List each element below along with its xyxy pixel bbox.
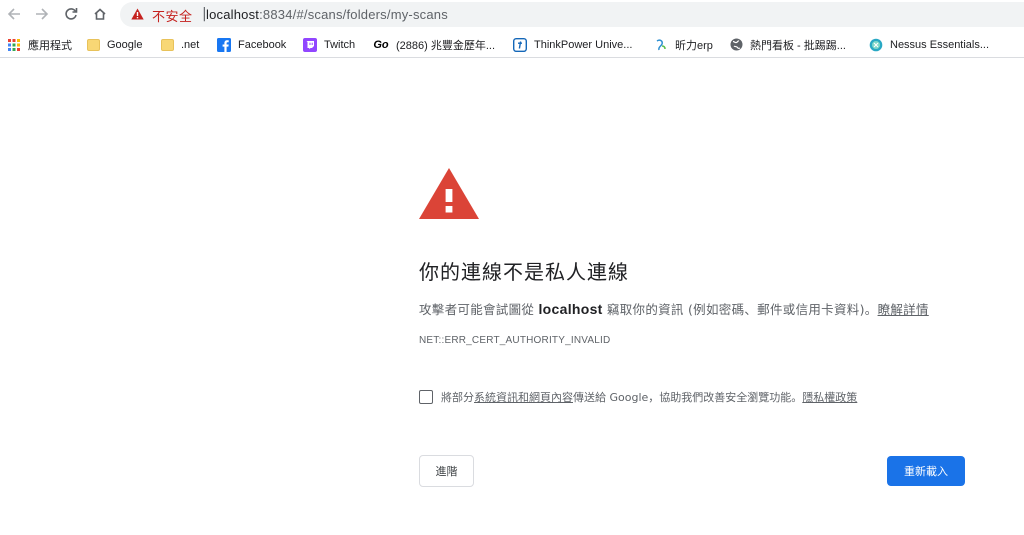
reload-button-label: 重新載入 xyxy=(904,465,948,478)
url-path: :8834/#/scans/folders/my-scans xyxy=(259,7,448,22)
folder-icon xyxy=(86,38,100,52)
optin-text: 將部分 xyxy=(441,391,474,404)
advanced-button-label: 進階 xyxy=(435,465,458,478)
page-title: 你的連線不是私人連線 xyxy=(419,260,629,284)
thinkpower-icon xyxy=(513,37,527,52)
twitch-icon xyxy=(303,37,317,52)
advanced-button[interactable]: 進階 xyxy=(419,455,474,487)
optin-checkbox[interactable] xyxy=(419,390,433,404)
home-button[interactable] xyxy=(89,3,111,25)
bookmark-label: (2886) 兆豐金歷年... xyxy=(396,39,496,52)
bookmarks-bar: 應用程式 Google .net Facebook Twitch Go (288… xyxy=(0,31,1024,58)
bookmark-google[interactable]: Google xyxy=(86,36,142,53)
arrow-right-icon xyxy=(36,8,49,20)
url-host: localhost xyxy=(206,7,260,22)
erp-icon xyxy=(654,38,668,52)
apps-grid-icon xyxy=(7,38,21,52)
bookmark-label: .net xyxy=(181,38,200,51)
warning-triangle-icon xyxy=(419,168,479,219)
address-bar[interactable]: 不安全 | localhost:8834/#/scans/folders/my-… xyxy=(120,2,1024,27)
bookmark-erp[interactable]: 昕力erp xyxy=(654,36,713,53)
bookmark-label: Nessus Essentials... xyxy=(890,38,990,51)
browser-toolbar: 不安全 | localhost:8834/#/scans/folders/my-… xyxy=(0,0,1024,29)
bookmark-apps[interactable]: 應用程式 xyxy=(7,36,72,53)
globe-icon xyxy=(729,38,743,52)
warning-triangle-icon xyxy=(131,8,144,20)
explanation-text: 攻擊者可能會試圖從 xyxy=(419,302,535,317)
url-text[interactable]: localhost:8834/#/scans/folders/my-scans xyxy=(206,7,448,22)
bookmark-label: 應用程式 xyxy=(28,39,72,52)
bookmark-thinkpower[interactable]: ThinkPower Unive... xyxy=(513,36,632,53)
safe-browsing-optin: 將部分 系統資訊和網頁內容 傳送給 Google，協助我們改善安全瀏覽功能。 隱私權政… xyxy=(419,389,857,405)
go-icon: Go xyxy=(373,38,389,51)
facebook-icon xyxy=(217,37,231,52)
bookmark-label: Facebook xyxy=(238,38,287,51)
reload-page-button[interactable]: 重新載入 xyxy=(887,456,965,486)
refresh-icon xyxy=(65,8,78,20)
privacy-policy-link[interactable]: 隱私權政策 xyxy=(802,389,857,405)
bookmark-stock[interactable]: Go (2886) 兆豐金歷年... xyxy=(373,36,495,53)
bookmark-label: Twitch xyxy=(324,38,356,51)
bookmark-label: ThinkPower Unive... xyxy=(534,38,633,51)
arrow-left-icon xyxy=(7,8,20,20)
reload-button[interactable] xyxy=(60,3,82,25)
error-explanation: 攻擊者可能會試圖從 localhost 竊取你的資訊 (例如密碼、郵件或信用卡資… xyxy=(419,299,929,318)
not-secure-label[interactable]: 不安全 xyxy=(152,6,193,25)
explanation-text: 竊取你的資訊 (例如密碼、郵件或信用卡資料)。 xyxy=(606,302,878,317)
bookmark-label: 熱門看板 - 批踢踢... xyxy=(750,39,846,52)
host-name: localhost xyxy=(538,301,603,317)
home-icon xyxy=(94,8,106,20)
forward-button[interactable] xyxy=(31,3,53,25)
learn-more-link[interactable]: 瞭解詳情 xyxy=(878,302,929,317)
error-code[interactable]: NET::ERR_CERT_AUTHORITY_INVALID xyxy=(419,335,610,346)
bookmark-label: 昕力erp xyxy=(675,39,713,52)
nessus-icon xyxy=(869,38,883,52)
bookmark-facebook[interactable]: Facebook xyxy=(217,36,286,53)
back-button[interactable] xyxy=(3,3,25,25)
folder-icon xyxy=(160,38,174,52)
bookmark-dotnet[interactable]: .net xyxy=(160,36,199,53)
optin-text: 傳送給 Google，協助我們改善安全瀏覽功能。 xyxy=(573,391,803,404)
bookmark-label: Google xyxy=(107,38,143,51)
bookmark-nessus[interactable]: Nessus Essentials... xyxy=(869,36,989,53)
bookmark-twitch[interactable]: Twitch xyxy=(303,36,355,53)
bookmark-ptt[interactable]: 熱門看板 - 批踢踢... xyxy=(729,36,846,53)
system-info-link[interactable]: 系統資訊和網頁內容 xyxy=(474,389,573,405)
